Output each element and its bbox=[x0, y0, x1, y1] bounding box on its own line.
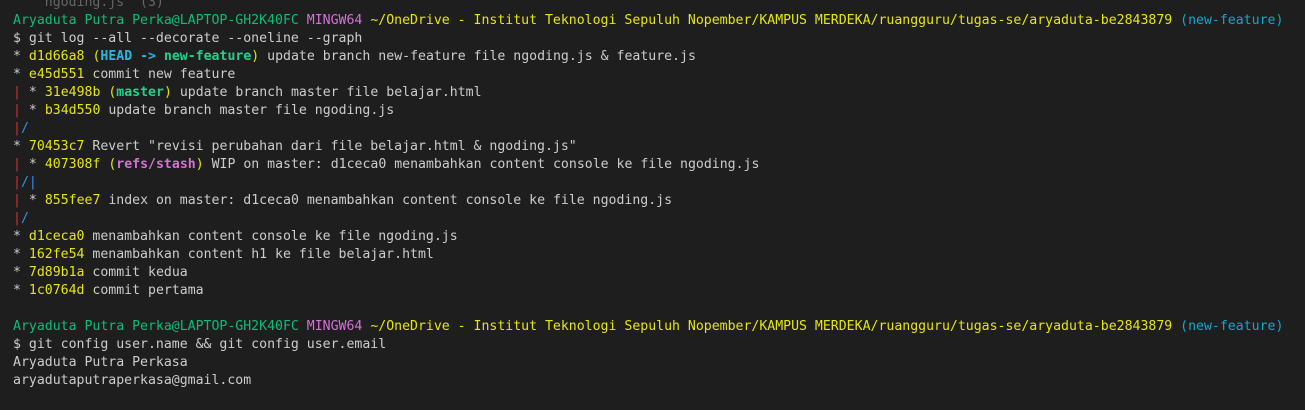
git-log-entry: |/ bbox=[13, 210, 1301, 228]
git-log-entry: | * 855fee7 index on master: d1ceca0 men… bbox=[13, 192, 1301, 210]
prompt-user: Aryaduta Putra Perka@LAPTOP-GH2K40FC bbox=[13, 13, 299, 28]
commit-message: index on master: d1ceca0 menambahkan con… bbox=[100, 193, 673, 208]
output-user-email: aryadutaputraperkasa@gmail.com bbox=[13, 373, 252, 388]
graph-edge: | bbox=[13, 193, 21, 208]
graph-node: * bbox=[13, 229, 21, 244]
commit-hash: 7d89b1a bbox=[28, 265, 85, 280]
graph-edge: | bbox=[28, 175, 37, 190]
prompt-user: Aryaduta Putra Perka@LAPTOP-GH2K40FC bbox=[13, 319, 299, 334]
graph-node: * bbox=[13, 67, 21, 82]
git-log-entry: * 162fe54 menambahkan content h1 ke file… bbox=[13, 246, 1301, 264]
command-line: $ git config user.name && git config use… bbox=[13, 337, 387, 352]
commit-message: WIP on master: d1ceca0 menambahkan conte… bbox=[203, 157, 760, 172]
commit-message: commit pertama bbox=[84, 283, 204, 298]
commit-message: update branch master file belajar.html bbox=[171, 85, 482, 100]
git-log-entry: | * 407308f (refs/stash) WIP on master: … bbox=[13, 156, 1301, 174]
commit-hash: 1c0764d bbox=[28, 283, 85, 298]
graph-edge: | bbox=[13, 85, 21, 100]
graph-node: * bbox=[28, 193, 37, 208]
graph-edge: | bbox=[13, 157, 21, 172]
commit-hash: d1d66a8 bbox=[28, 49, 85, 64]
git-log-entry: | * 31e498b (master) update branch maste… bbox=[13, 84, 1301, 102]
git-log-entry: * d1ceca0 menambahkan content console ke… bbox=[13, 228, 1301, 246]
graph-node: * bbox=[28, 157, 37, 172]
commit-message: update branch master file ngoding.js bbox=[100, 103, 395, 118]
commit-message: commit new feature bbox=[84, 67, 236, 82]
commit-message: menambahkan content h1 ke file belajar.h… bbox=[84, 247, 434, 262]
commit-hash: b34d550 bbox=[44, 103, 101, 118]
graph-node: * bbox=[28, 103, 37, 118]
ref-name: master bbox=[116, 85, 164, 100]
ref-name: new-feature bbox=[163, 49, 252, 64]
terminal-output[interactable]: ngoding.js (3) Aryaduta Putra Perka@LAPT… bbox=[13, 0, 1301, 390]
prompt-line: Aryaduta Putra Perka@LAPTOP-GH2K40FC MIN… bbox=[13, 12, 1301, 30]
graph-edge: / bbox=[20, 211, 29, 226]
git-log-entry: |/| bbox=[13, 174, 1301, 192]
graph-node: * bbox=[13, 247, 21, 262]
commit-message: menambahkan content console ke file ngod… bbox=[84, 229, 458, 244]
graph-edge: | bbox=[13, 121, 21, 136]
commit-hash: e45d551 bbox=[28, 67, 85, 82]
ref-name: HEAD -> bbox=[100, 49, 164, 64]
graph-edge: | bbox=[13, 175, 21, 190]
graph-node: * bbox=[13, 49, 21, 64]
commit-hash: 855fee7 bbox=[44, 193, 101, 208]
graph-edge: | bbox=[13, 211, 21, 226]
prompt-path: ~/OneDrive - Institut Teknologi Sepuluh … bbox=[370, 319, 1173, 334]
scrolled-output-line: ngoding.js (3) bbox=[13, 0, 164, 10]
commit-hash: 70453c7 bbox=[28, 139, 85, 154]
graph-edge: / bbox=[20, 121, 29, 136]
prompt-path: ~/OneDrive - Institut Teknologi Sepuluh … bbox=[370, 13, 1173, 28]
commit-hash: 31e498b bbox=[44, 85, 101, 100]
commit-message: update branch new-feature file ngoding.j… bbox=[259, 49, 696, 64]
git-log-entry: | * b34d550 update branch master file ng… bbox=[13, 102, 1301, 120]
commit-hash: d1ceca0 bbox=[28, 229, 85, 244]
graph-node: * bbox=[13, 283, 21, 298]
prompt-system: MINGW64 bbox=[306, 13, 363, 28]
graph-edge: | bbox=[13, 103, 21, 118]
git-log-entry: * d1d66a8 (HEAD -> new-feature) update b… bbox=[13, 48, 1301, 66]
git-log-entry: * 7d89b1a commit kedua bbox=[13, 264, 1301, 282]
commit-hash: 162fe54 bbox=[28, 247, 85, 262]
git-log-entry: * 1c0764d commit pertama bbox=[13, 282, 1301, 300]
graph-node: * bbox=[13, 139, 21, 154]
commit-message: commit kedua bbox=[84, 265, 188, 280]
commit-hash: 407308f bbox=[44, 157, 101, 172]
git-log-entry: * e45d551 commit new feature bbox=[13, 66, 1301, 84]
output-user-name: Aryaduta Putra Perkasa bbox=[13, 355, 188, 370]
git-log-entry: |/ bbox=[13, 120, 1301, 138]
graph-node: * bbox=[28, 85, 37, 100]
commit-message: Revert "revisi perubahan dari file belaj… bbox=[84, 139, 577, 154]
prompt-branch: (new-feature) bbox=[1180, 319, 1284, 334]
ref-paren-close: ) bbox=[163, 85, 172, 100]
ref-name: refs/stash bbox=[116, 157, 196, 172]
command-line: $ git log --all --decorate --oneline --g… bbox=[13, 31, 363, 46]
graph-node: * bbox=[13, 265, 21, 280]
git-log-graph: * d1d66a8 (HEAD -> new-feature) update b… bbox=[13, 48, 1301, 300]
prompt-branch: (new-feature) bbox=[1180, 13, 1284, 28]
graph-edge: / bbox=[20, 175, 29, 190]
git-log-entry: * 70453c7 Revert "revisi perubahan dari … bbox=[13, 138, 1301, 156]
ref-paren-close: ) bbox=[195, 157, 204, 172]
prompt-line: Aryaduta Putra Perka@LAPTOP-GH2K40FC MIN… bbox=[13, 318, 1301, 336]
prompt-system: MINGW64 bbox=[306, 319, 363, 334]
